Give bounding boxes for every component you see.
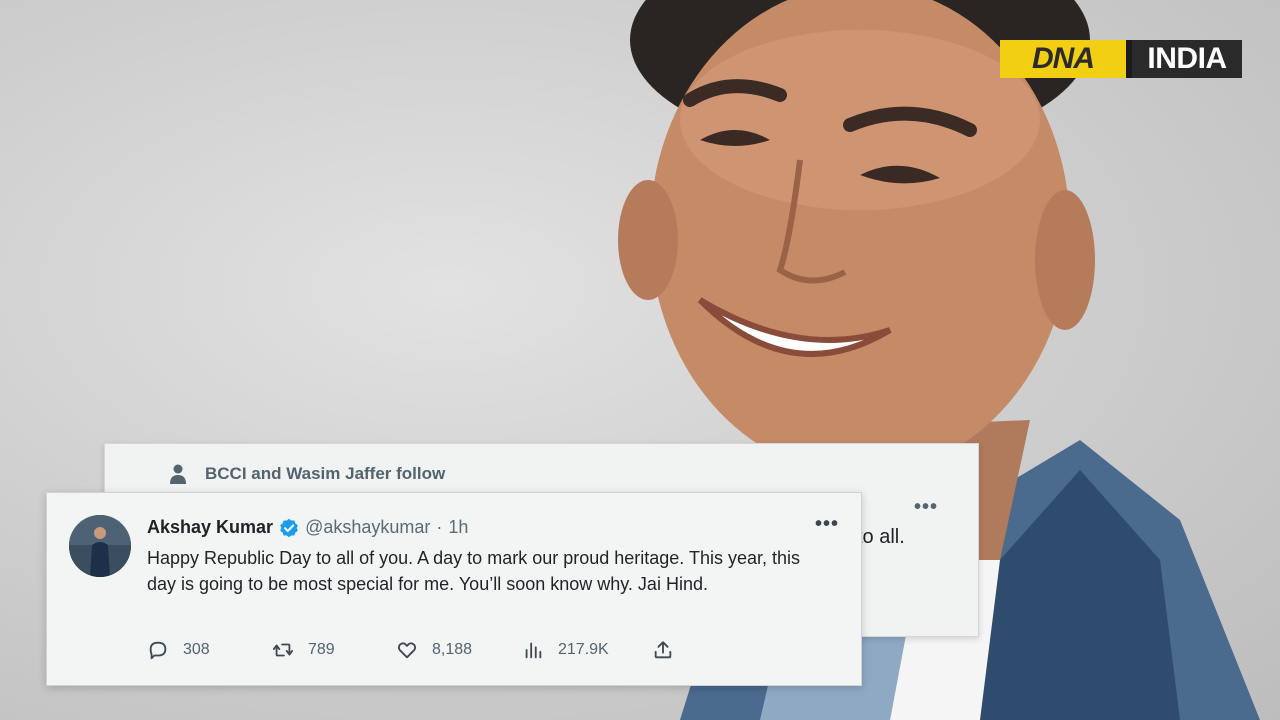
- logo-dna: DNA: [1000, 40, 1132, 78]
- views-icon: [525, 642, 542, 659]
- follow-context-text: BCCI and Wasim Jaffer follow: [205, 464, 446, 483]
- share-button[interactable]: [652, 639, 674, 661]
- tweet-timestamp[interactable]: 1h: [448, 517, 468, 538]
- tweet-header: Akshay Kumar @akshaykumar · 1h: [147, 517, 468, 538]
- views-button[interactable]: 217.9K: [522, 639, 652, 661]
- logo-india: INDIA: [1132, 40, 1242, 78]
- views-count: 217.9K: [558, 641, 609, 658]
- like-count: 8,188: [432, 641, 473, 658]
- retweet-button[interactable]: 789: [272, 639, 396, 661]
- more-icon[interactable]: •••: [914, 496, 938, 519]
- reply-count: 308: [183, 641, 210, 658]
- like-button[interactable]: 8,188: [396, 639, 522, 661]
- more-icon[interactable]: •••: [815, 513, 839, 536]
- dna-india-logo: DNA INDIA: [1000, 40, 1242, 78]
- verified-badge-icon: [280, 518, 298, 537]
- like-icon: [397, 642, 417, 659]
- avatar[interactable]: [69, 515, 131, 577]
- retweet-icon: [272, 643, 294, 657]
- tweet-actions: 308 789 8,188 217.9K: [147, 639, 674, 661]
- tweet-card[interactable]: Akshay Kumar @akshaykumar · 1h ••• Happy…: [46, 492, 862, 686]
- background-tweet-snippet: to all.: [857, 526, 905, 548]
- display-name[interactable]: Akshay Kumar: [147, 517, 273, 538]
- social-context: BCCI and Wasim Jaffer follow: [169, 464, 445, 484]
- reply-icon: [149, 641, 167, 660]
- person-icon: [170, 464, 186, 484]
- tweet-text: Happy Republic Day to all of you. A day …: [147, 548, 801, 594]
- retweet-count: 789: [308, 641, 335, 658]
- reply-button[interactable]: 308: [147, 639, 272, 661]
- user-handle[interactable]: @akshaykumar: [305, 517, 430, 538]
- separator-dot: ·: [436, 517, 443, 537]
- share-icon: [654, 641, 672, 659]
